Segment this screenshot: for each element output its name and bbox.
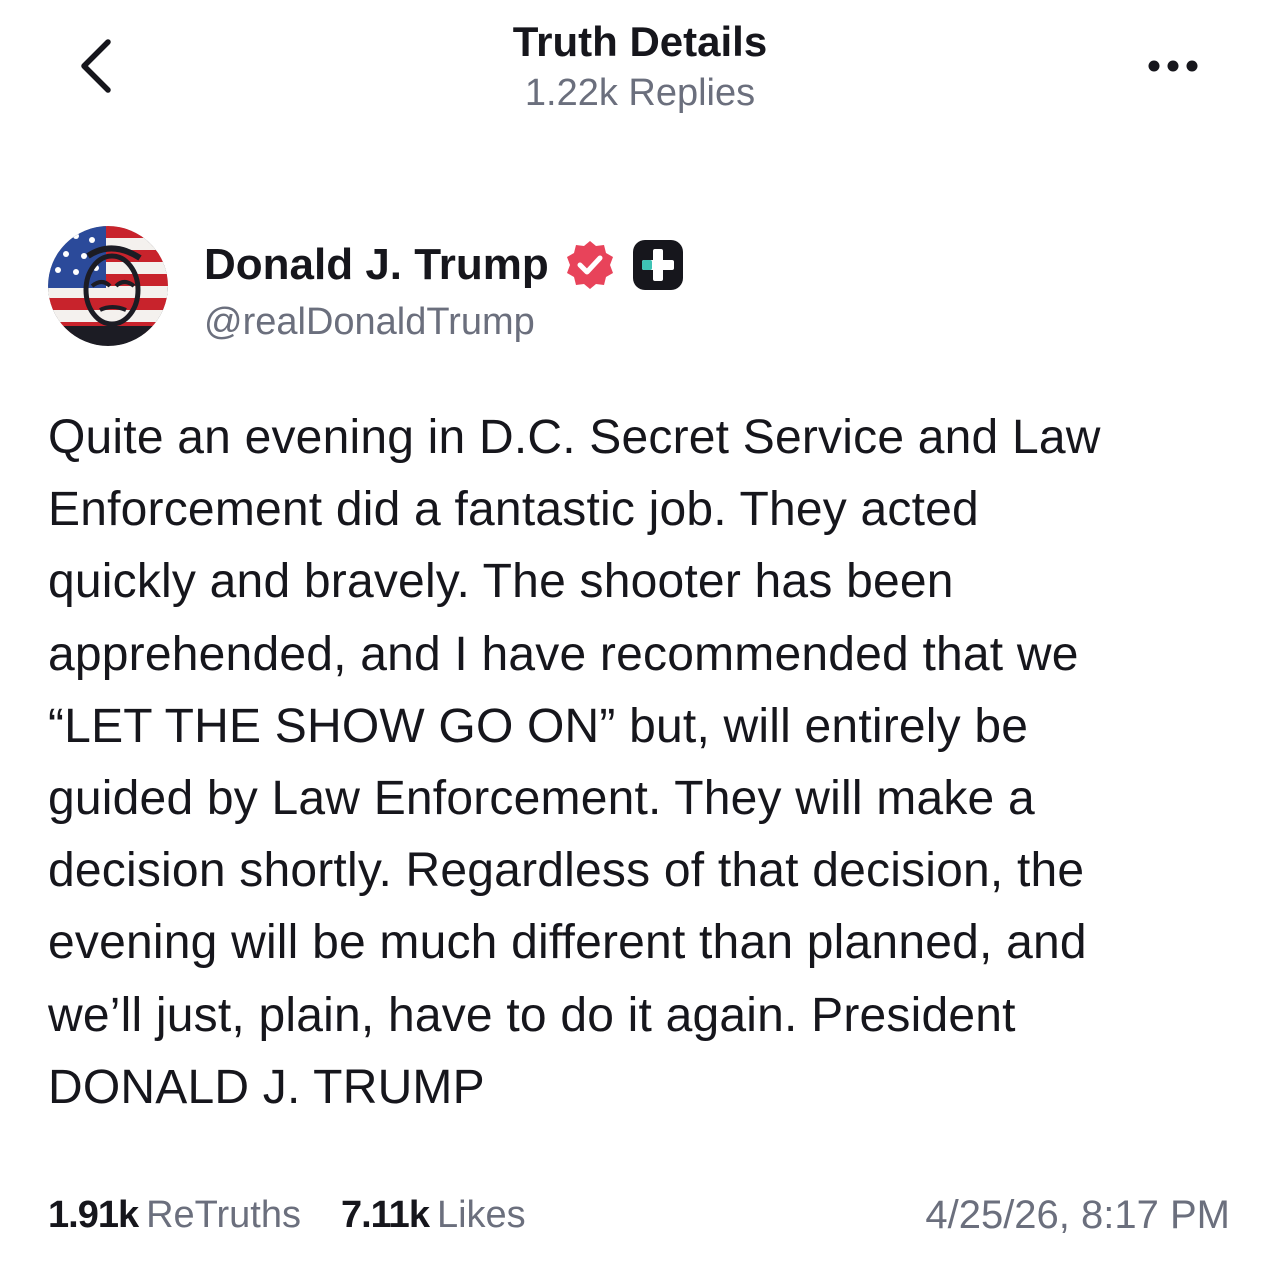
likes-count: 7.11k [340, 1193, 430, 1236]
avatar[interactable] [48, 226, 168, 346]
retruths-count: 1.91k [48, 1193, 139, 1236]
post-text-line: guided by Law Enforcement. They will mak… [48, 772, 1035, 826]
likes-label: Likes [436, 1193, 526, 1236]
likes-stat[interactable]: 7.11k Likes [341, 1194, 526, 1237]
post-timestamp: 4/25/26, 8:17 PM [925, 1193, 1230, 1237]
back-button[interactable] [70, 30, 130, 100]
more-horizontal-icon [1148, 60, 1198, 72]
post-text-line: Quite an evening in D.C. Secret Service … [48, 411, 1101, 464]
replies-count[interactable]: 1.22k Replies [340, 68, 940, 118]
more-options-button[interactable] [1140, 48, 1210, 84]
post-text-line: apprehended, and I have recommended that… [48, 627, 1079, 681]
display-name[interactable]: Donald J. Trump [204, 235, 549, 295]
post-text-line: Enforcement did a fantastic job. They ac… [48, 483, 979, 537]
retruths-label: ReTruths [146, 1193, 301, 1236]
post-author: Donald J. Trump @realDonaldTrump [48, 226, 1228, 348]
post-text: Quite an evening in D.C. Secret Service … [48, 402, 1248, 1124]
author-info: Donald J. Trump @realDonaldTrump [204, 234, 1204, 346]
verified-badge-icon [566, 241, 613, 289]
page-title: Truth Details [512, 18, 768, 65]
name-row: Donald J. Trump [204, 234, 1204, 296]
retruths-stat[interactable]: 1.91k ReTruths [48, 1194, 301, 1237]
post-stats: 1.91k ReTruths 7.11k Likes [48, 1190, 526, 1240]
post-text-line: “LET THE SHOW GO ON” but, will entirely … [48, 699, 1029, 753]
user-handle[interactable]: @realDonaldTrump [204, 298, 1204, 346]
post-text-line: decision shortly. Regardless of that dec… [48, 844, 1085, 898]
top-bar: Truth Details 1.22k Replies [0, 0, 1280, 130]
avatar-image [48, 226, 168, 346]
plus-badge-icon [632, 240, 683, 290]
post-text-line: evening will be much different than plan… [48, 916, 1087, 970]
header-title-block: Truth Details 1.22k Replies [340, 16, 940, 118]
post-text-line: quickly and bravely. The shooter has bee… [48, 555, 954, 609]
chevron-left-icon [81, 39, 111, 93]
post-text-line: DONALD J. TRUMP [48, 1060, 485, 1114]
post-text-line: we’ll just, plain, have to do it again. … [48, 988, 1016, 1042]
